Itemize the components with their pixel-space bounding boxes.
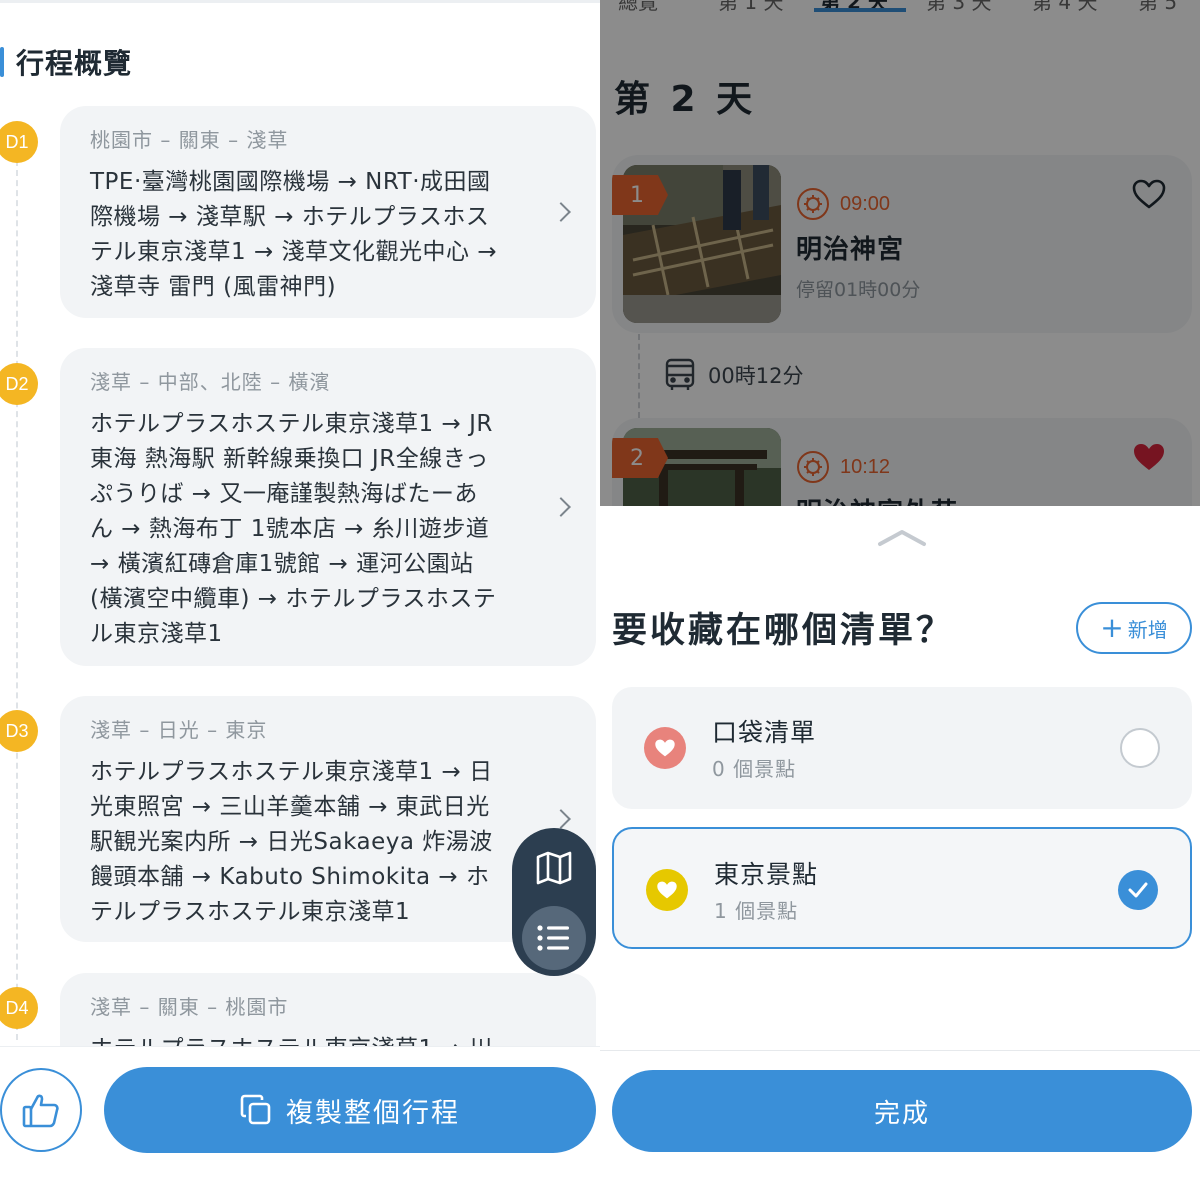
place-line: ホテルプラスホステル東京淺草1 → 日 xyxy=(90,759,493,785)
overview-title: 行程概覽 xyxy=(16,47,133,80)
place-line: 際機場 → 淺草駅 → ホテルプラスホス xyxy=(90,204,490,230)
day-card-d2[interactable]: 淺草 – 中部、北陸 – 橫濱 ホテルプラスホステル東京淺草1 → JR 東海 … xyxy=(60,348,596,666)
sheet-title: 要收藏在哪個清單？ xyxy=(612,611,955,651)
chevron-right-icon xyxy=(551,497,571,517)
list-count: 1 個景點 xyxy=(714,899,799,923)
list-item[interactable]: 東京景點 1 個景點 xyxy=(612,827,1192,949)
copy-icon xyxy=(240,1094,272,1126)
list-item[interactable]: 口袋清單 0 個景點 xyxy=(612,687,1192,809)
list-count: 0 個景點 xyxy=(712,757,797,781)
day-places: ホテルプラスホステル東京淺草1 → JR 東海 熱海駅 新幹線乗換口 JR全線き… xyxy=(90,407,536,652)
list-icon[interactable] xyxy=(522,906,586,970)
place-line: 淺草寺 雷門 (風雷神門) xyxy=(90,274,337,300)
chevron-right-icon xyxy=(551,202,571,222)
day-card-d1[interactable]: 桃園市 – 關東 – 淺草 TPE‧臺灣桃園國際機場 → NRT‧成田國 際機場… xyxy=(60,106,596,318)
heart-icon xyxy=(646,869,688,911)
sheet-divider xyxy=(600,1050,1200,1051)
place-line: → 橫濱紅磚倉庫1號館 → 運河公園站 xyxy=(90,551,474,577)
dim-overlay[interactable] xyxy=(600,0,1200,506)
add-list-label: 新增 xyxy=(1127,617,1168,642)
list-name: 口袋清單 xyxy=(712,718,817,747)
day-route: 淺草 – 日光 – 東京 xyxy=(90,718,268,742)
day-route: 桃園市 – 關東 – 淺草 xyxy=(90,128,289,152)
place-line: ホテルプラスホステル東京淺草1 → JR xyxy=(90,411,493,437)
checkmark-icon xyxy=(1128,882,1148,898)
place-line: 東海 熱海駅 新幹線乗換口 JR全線きっ xyxy=(90,446,489,472)
timeline-line xyxy=(16,160,18,1040)
day-places: ホテルプラスホステル東京淺草1 → 日 光東照宮 → 三山羊羹本舗 → 東武日光… xyxy=(90,755,536,930)
place-line: テルプラスホステル東京淺草1 xyxy=(90,899,411,925)
day-badge-d2: D2 xyxy=(0,363,38,405)
place-line: テル東京淺草1 → 淺草文化觀光中心 → xyxy=(90,239,498,265)
day-route: 淺草 – 中部、北陸 – 橫濱 xyxy=(90,370,331,394)
favorite-list-sheet: 要收藏在哪個清單？ + 新增 口袋清單 0 個景點 東京景點 1 個景點 完成 xyxy=(600,506,1200,1180)
day-route: 淺草 – 關東 – 桃園市 xyxy=(90,995,289,1019)
list-radio-checked[interactable] xyxy=(1118,870,1158,910)
add-list-button[interactable]: + 新增 xyxy=(1076,602,1192,654)
chevron-up-icon[interactable] xyxy=(876,524,928,550)
view-toggle xyxy=(512,828,596,976)
overview-header: 行程概覽 xyxy=(0,42,132,82)
day-badge-d1: D1 xyxy=(0,121,38,163)
place-line: ル東京淺草1 xyxy=(90,621,223,647)
list-radio[interactable] xyxy=(1120,728,1160,768)
day-places: TPE‧臺灣桃園國際機場 → NRT‧成田國 際機場 → 淺草駅 → ホテルプラ… xyxy=(90,165,536,305)
section-accent-bar xyxy=(0,47,4,77)
done-button[interactable]: 完成 xyxy=(612,1070,1192,1152)
thumbs-up-icon xyxy=(22,1092,60,1128)
chevron-right-icon xyxy=(551,809,571,829)
place-line: ぷうりば → 又一庵謹製熱海ばたーあ xyxy=(90,481,478,507)
list-name: 東京景點 xyxy=(714,860,819,889)
place-line: ん → 熱海布丁 1號本店 → 糸川遊步道 xyxy=(90,516,490,542)
itinerary-overview-screen: 行程概覽 D1 桃園市 – 關東 – 淺草 TPE‧臺灣桃園國際機場 → NRT… xyxy=(0,0,600,1180)
place-line: 駅観光案内所 → 日光Sakaeya 炸湯波 xyxy=(90,829,493,855)
favorite-list-screen: 總覽 第 1 天 第 2 天 第 3 天 第 4 天 第 5 第 2 天 1 0… xyxy=(600,0,1200,1180)
top-divider xyxy=(0,0,600,3)
place-line: 饅頭本舗 → Kabuto Shimokita → ホ xyxy=(90,864,490,890)
copy-itinerary-button[interactable]: 複製整個行程 xyxy=(104,1067,596,1153)
copy-itinerary-label: 複製整個行程 xyxy=(286,1097,460,1129)
like-button[interactable] xyxy=(0,1068,82,1152)
day-badge-d3: D3 xyxy=(0,710,38,752)
day-badge-d4: D4 xyxy=(0,987,38,1029)
place-line: (橫濱空中纜車) → ホテルプラスホステ xyxy=(90,586,497,612)
plus-icon: + xyxy=(1100,611,1124,644)
map-icon[interactable] xyxy=(534,848,574,888)
place-line: 光東照宮 → 三山羊羹本舗 → 東武日光 xyxy=(90,794,490,820)
heart-icon xyxy=(644,727,686,769)
place-line: TPE‧臺灣桃園國際機場 → NRT‧成田國 xyxy=(90,169,491,195)
